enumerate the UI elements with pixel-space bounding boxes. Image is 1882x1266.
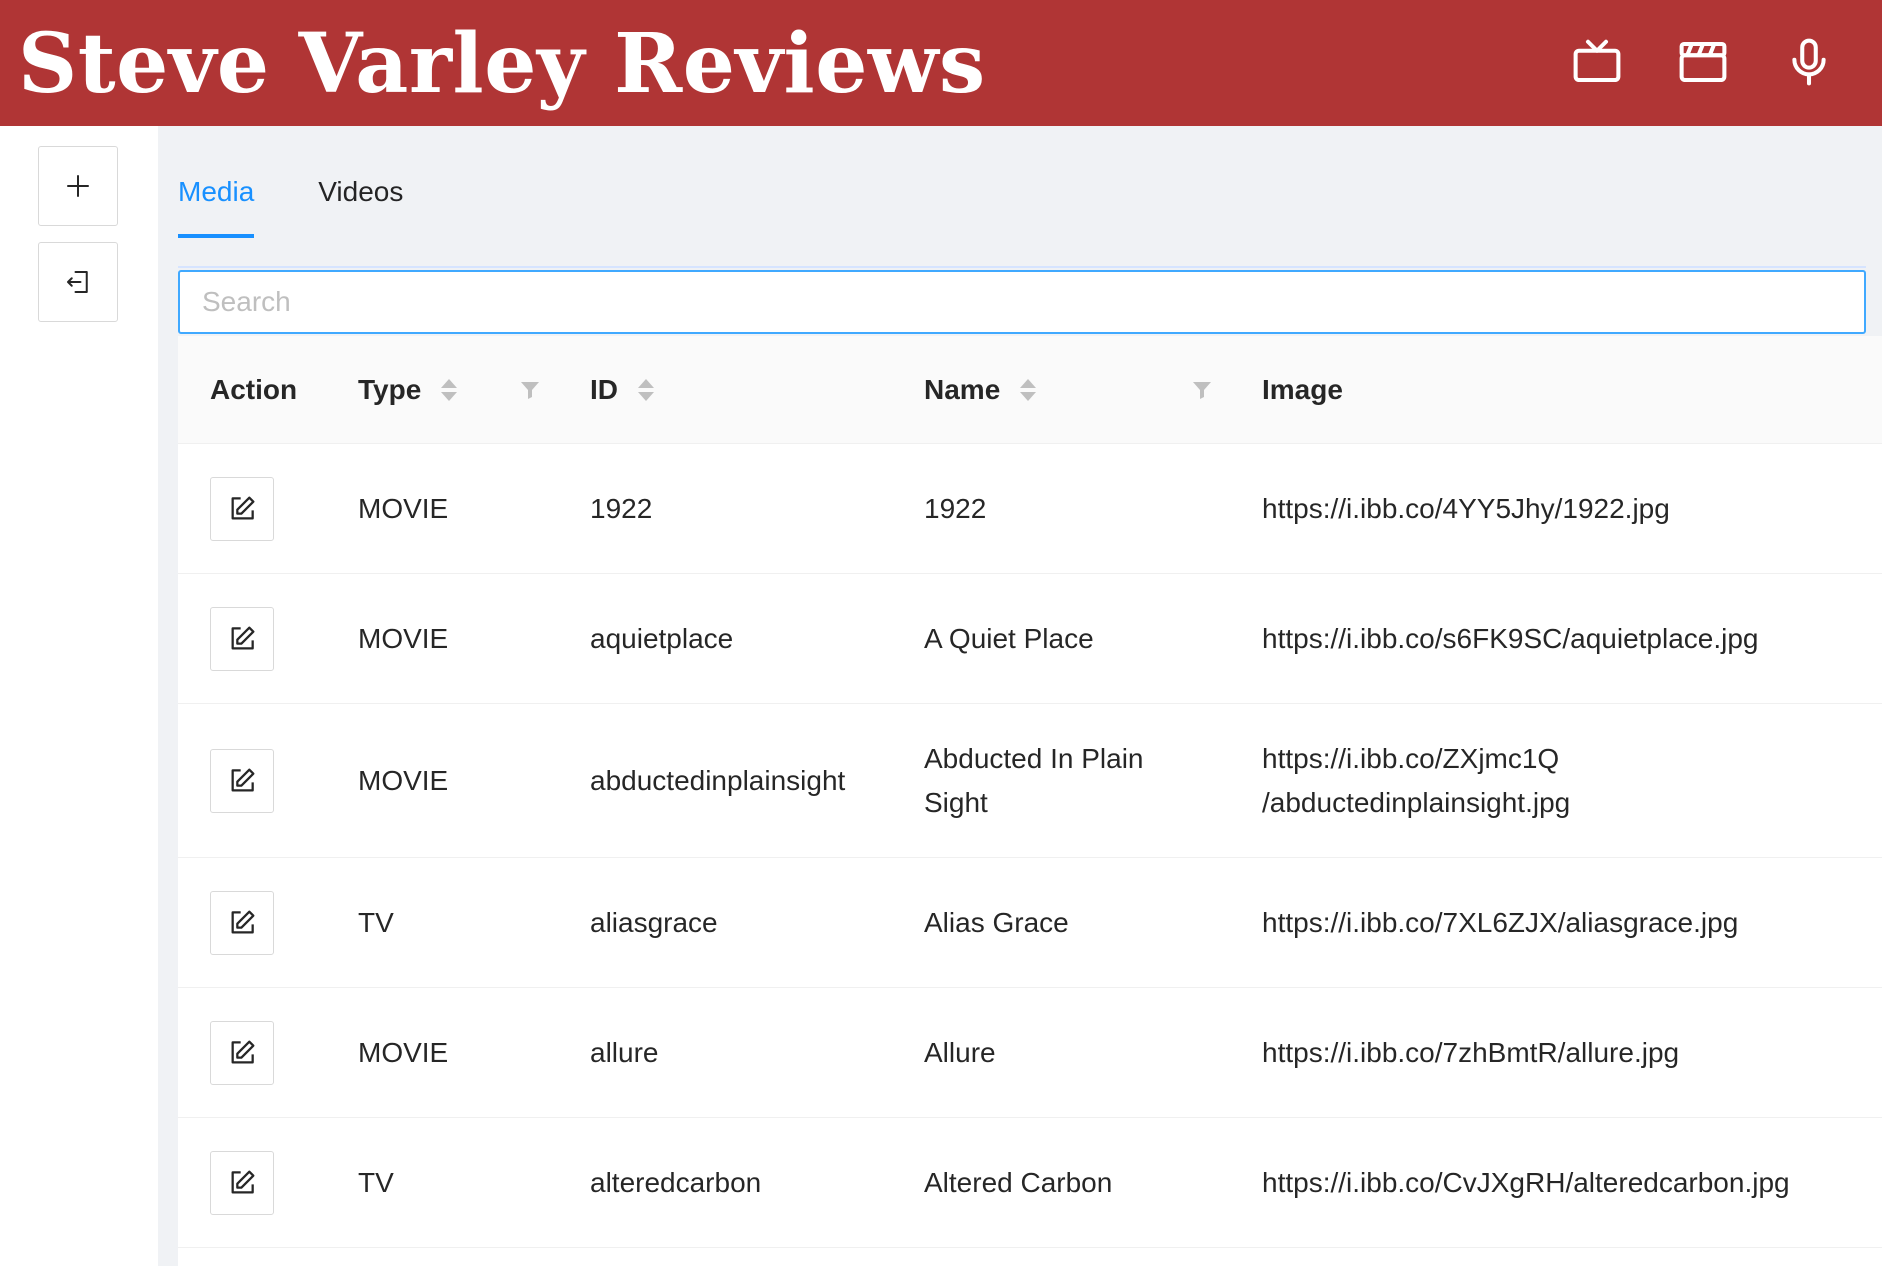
sort-icon[interactable] — [441, 379, 458, 401]
table-row: MOVIE 1922 1922 https://i.ibb.co/4YY5Jhy… — [178, 444, 1882, 574]
cell-name: Altered Carbon — [924, 1166, 1113, 1198]
tab-divider — [178, 266, 1866, 268]
logout-button[interactable] — [38, 242, 118, 322]
table-row: TV aliasgrace Alias Grace https://i.ibb.… — [178, 858, 1882, 988]
table-row: MOVIE abductedinplainsight Abducted In P… — [178, 704, 1882, 858]
cell-image: https://i.ibb.co/4YY5Jhy/1922.jpg — [1262, 492, 1670, 524]
filter-icon[interactable] — [518, 336, 542, 444]
tab-bar: Media Videos — [178, 156, 467, 238]
plus-icon — [67, 175, 89, 197]
cell-type: MOVIE — [358, 622, 449, 654]
cell-name: 1922 — [924, 492, 987, 524]
table-row: TV alteredcarbon Altered Carbon https://… — [178, 1118, 1882, 1248]
cell-name-line: Abducted In Plain — [924, 742, 1144, 774]
table-row: MOVIE aquietplace A Quiet Place https://… — [178, 574, 1882, 704]
cell-id: allure — [590, 1036, 659, 1068]
cell-name: Abducted In Plain Sight — [924, 704, 1144, 857]
column-type-label: Type — [358, 374, 422, 405]
table-row: MOVIE allure Allure https://i.ibb.co/7zh… — [178, 988, 1882, 1118]
column-image: Image — [1262, 336, 1343, 444]
cell-name: Allure — [924, 1036, 996, 1068]
cell-id: abductedinplainsight — [590, 764, 846, 796]
cell-type: TV — [358, 1166, 394, 1198]
add-button[interactable] — [38, 146, 118, 226]
edit-icon — [231, 626, 255, 649]
cell-id: aliasgrace — [590, 906, 718, 938]
column-name-label: Name — [924, 374, 1001, 405]
media-table: Action Type ID Name Image MOVIE 1922 192… — [178, 336, 1882, 1266]
sidebar — [0, 126, 158, 1266]
cell-id: alteredcarbon — [590, 1166, 762, 1198]
edit-icon — [231, 1040, 255, 1063]
app-header: Steve Varley Reviews — [0, 0, 1882, 126]
header-nav — [1544, 22, 1862, 102]
tab-media[interactable]: Media — [178, 156, 255, 238]
cell-type: MOVIE — [358, 764, 449, 796]
search-input[interactable] — [178, 270, 1866, 334]
filter-icon[interactable] — [1190, 336, 1214, 444]
edit-button[interactable] — [210, 748, 274, 813]
column-action: Action — [210, 336, 297, 444]
cell-name: Alias Grace — [924, 906, 1069, 938]
edit-button[interactable] — [210, 890, 274, 955]
cell-image-line: /abductedinplainsight.jpg — [1262, 786, 1571, 818]
sort-icon[interactable] — [638, 379, 654, 401]
column-type[interactable]: Type — [358, 336, 458, 444]
column-name[interactable]: Name — [924, 336, 1037, 444]
column-image-label: Image — [1262, 374, 1343, 405]
cell-image: https://i.ibb.co/7XL6ZJX/aliasgrace.jpg — [1262, 906, 1739, 938]
cell-image: https://i.ibb.co/CvJXgRH/alteredcarbon.j… — [1262, 1166, 1790, 1198]
cell-image: https://i.ibb.co/ZXjmc1Q /abductedinplai… — [1262, 704, 1570, 857]
edit-button[interactable] — [210, 476, 274, 541]
tv-icon[interactable] — [1544, 22, 1650, 102]
edit-icon — [231, 768, 255, 791]
table-header: Action Type ID Name Image — [178, 336, 1882, 444]
cell-image-line: https://i.ibb.co/ZXjmc1Q — [1262, 742, 1560, 774]
tab-videos[interactable]: Videos — [318, 156, 403, 238]
edit-icon — [231, 496, 255, 519]
column-id[interactable]: ID — [590, 336, 654, 444]
edit-button[interactable] — [210, 1150, 274, 1215]
cell-type: MOVIE — [358, 492, 449, 524]
clapperboard-icon[interactable] — [1650, 22, 1756, 102]
column-id-label: ID — [590, 374, 618, 405]
sort-icon[interactable] — [1020, 379, 1037, 401]
edit-button[interactable] — [210, 606, 274, 671]
logout-icon — [67, 271, 88, 293]
column-action-label: Action — [210, 374, 298, 405]
cell-type: MOVIE — [358, 1036, 449, 1068]
main-content: Media Videos Action Type ID Name — [158, 126, 1882, 1266]
microphone-icon[interactable] — [1756, 22, 1862, 102]
edit-icon — [231, 1170, 255, 1193]
edit-button[interactable] — [210, 1020, 274, 1085]
cell-id: aquietplace — [590, 622, 734, 654]
cell-image: https://i.ibb.co/s6FK9SC/aquietplace.jpg — [1262, 622, 1759, 654]
app-title: Steve Varley Reviews — [18, 16, 986, 112]
cell-name-line: Sight — [924, 786, 988, 818]
cell-id: 1922 — [590, 492, 653, 524]
cell-type: TV — [358, 906, 394, 938]
cell-image: https://i.ibb.co/7zhBmtR/allure.jpg — [1262, 1036, 1680, 1068]
edit-icon — [231, 910, 255, 933]
cell-name: A Quiet Place — [924, 622, 1094, 654]
